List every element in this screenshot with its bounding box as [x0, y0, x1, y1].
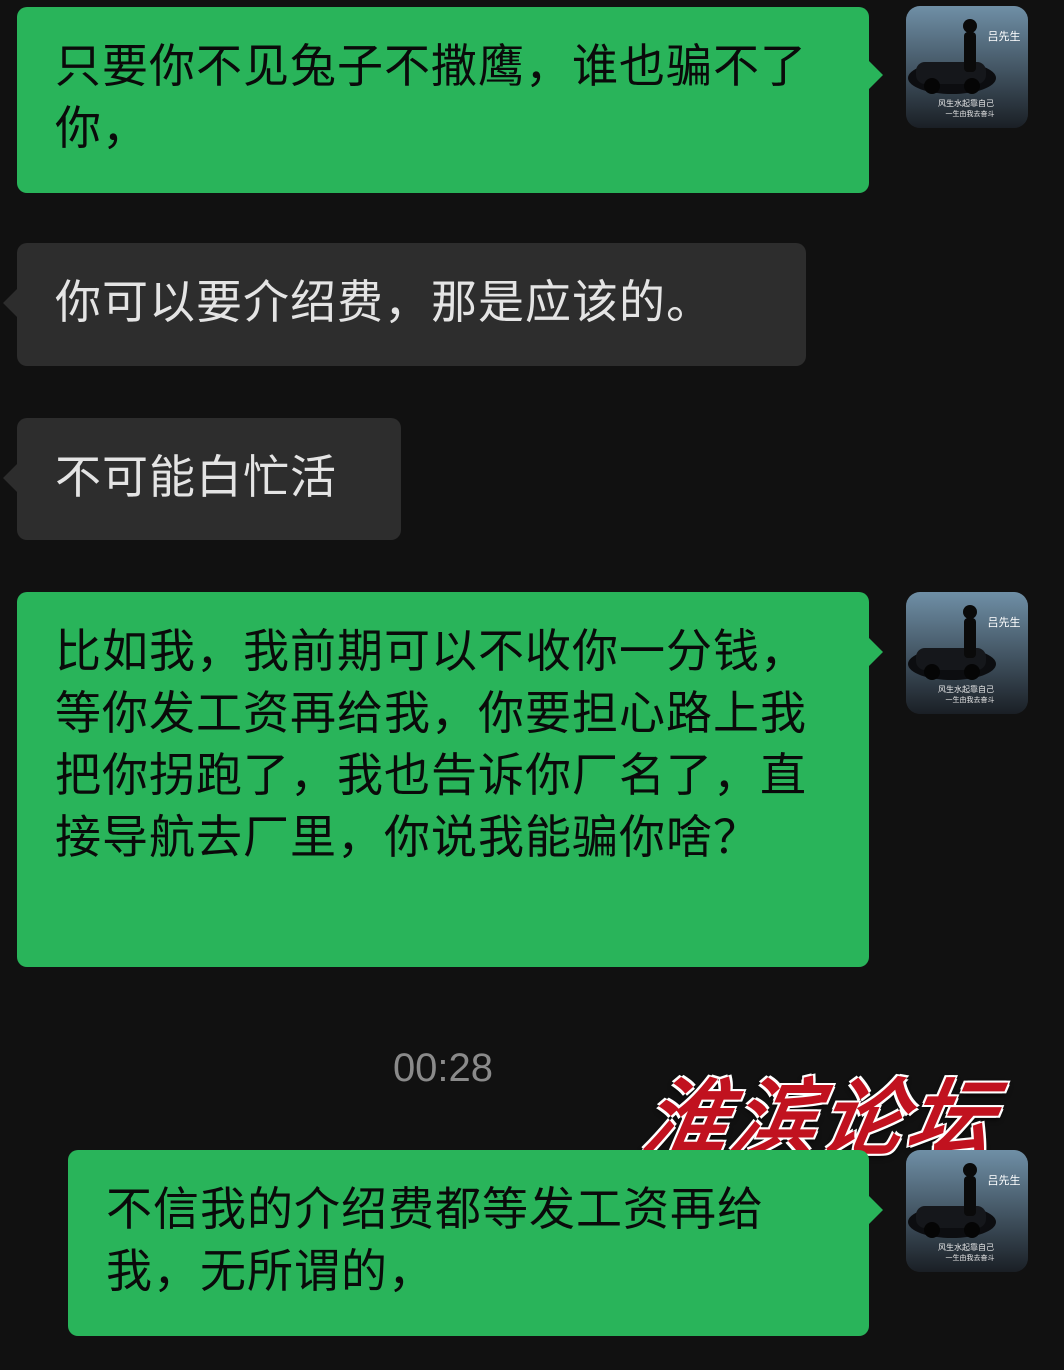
- message-text: 只要你不见兔子不撒鹰，谁也骗不了你，: [55, 39, 807, 155]
- avatar-caption-2: 一生由我去奋斗: [946, 1253, 995, 1262]
- avatar[interactable]: 吕先生 风生水起靠自己 一生由我去奋斗: [906, 592, 1028, 714]
- avatar-caption-1: 风生水起靠自己: [938, 684, 994, 694]
- avatar-image: 吕先生 风生水起靠自己 一生由我去奋斗: [906, 592, 1028, 714]
- avatar[interactable]: 吕先生 风生水起靠自己 一生由我去奋斗: [906, 6, 1028, 128]
- avatar-name: 吕先生: [988, 615, 1021, 629]
- avatar-image: 吕先生 风生水起靠自己 一生由我去奋斗: [906, 1150, 1028, 1272]
- avatar-image: 吕先生 风生水起靠自己 一生由我去奋斗: [906, 6, 1028, 128]
- avatar-name: 吕先生: [988, 29, 1021, 43]
- message-text: 比如我，我前期可以不收你一分钱，等你发工资再给我，你要担心路上我把你拐跑了，我也…: [55, 624, 807, 864]
- avatar-caption-1: 风生水起靠自己: [938, 98, 994, 108]
- message-bubble-sent[interactable]: 不信我的介绍费都等发工资再给我，无所谓的，: [68, 1150, 883, 1336]
- bubble-tail: [869, 1196, 883, 1224]
- message-text: 你可以要介绍费，那是应该的。: [55, 275, 713, 329]
- bubble-tail: [3, 289, 17, 317]
- bubble-tail: [869, 61, 883, 89]
- avatar[interactable]: 吕先生 风生水起靠自己 一生由我去奋斗: [906, 1150, 1028, 1272]
- avatar-name: 吕先生: [988, 1173, 1021, 1187]
- message-bubble-sent[interactable]: 比如我，我前期可以不收你一分钱，等你发工资再给我，你要担心路上我把你拐跑了，我也…: [17, 592, 883, 967]
- message-bubble-received[interactable]: 你可以要介绍费，那是应该的。: [3, 243, 806, 366]
- message-text: 不信我的介绍费都等发工资再给我，无所谓的，: [106, 1182, 764, 1298]
- bubble-tail: [869, 638, 883, 666]
- avatar-caption-2: 一生由我去奋斗: [946, 109, 995, 118]
- avatar-caption-2: 一生由我去奋斗: [946, 695, 995, 704]
- message-bubble-sent[interactable]: 只要你不见兔子不撒鹰，谁也骗不了你，: [17, 7, 883, 193]
- bubble-tail: [3, 464, 17, 492]
- message-bubble-received[interactable]: 不可能白忙活: [3, 418, 401, 540]
- message-text: 不可能白忙活: [55, 450, 337, 504]
- avatar-caption-1: 风生水起靠自己: [938, 1242, 994, 1252]
